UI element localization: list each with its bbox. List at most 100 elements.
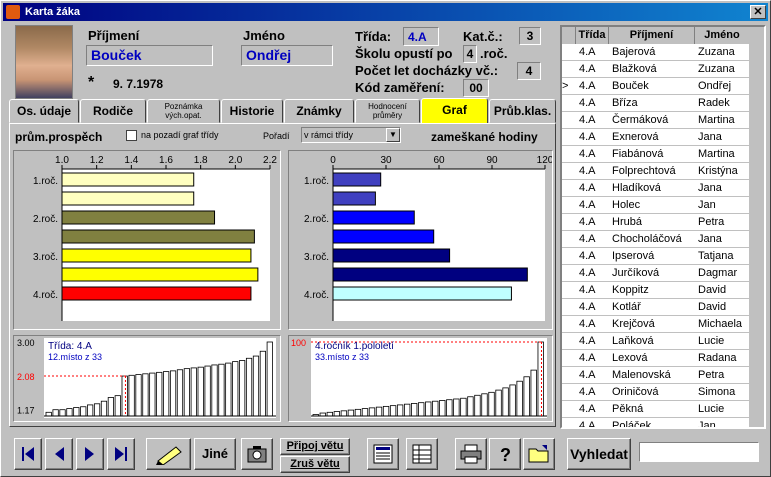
tab-grades[interactable]: Známky <box>284 99 354 123</box>
order-select-value: v rámci třídy <box>304 130 354 140</box>
cell-name: David <box>698 301 727 313</box>
table-row[interactable]: >4.A Bouček Ondřej <box>562 78 750 95</box>
cell-class: 4.A <box>579 250 596 262</box>
previous-record-button[interactable] <box>45 438 73 470</box>
rank-bar <box>396 404 404 417</box>
table-row[interactable]: 4.A Ipserová Tatjana <box>562 248 750 265</box>
table-row[interactable]: 4.A Hrubá Petra <box>562 214 750 231</box>
table-row[interactable]: 4.A Fiabánová Martina <box>562 146 750 163</box>
chevron-down-icon[interactable]: ▼ <box>386 128 400 142</box>
last-record-button[interactable] <box>107 438 135 470</box>
rank-bar <box>523 376 530 417</box>
search-input[interactable] <box>639 442 759 462</box>
cell-class: 4.A <box>579 182 596 194</box>
surname-field[interactable]: Bouček <box>86 45 213 66</box>
first-record-button[interactable] <box>14 438 42 470</box>
cell-surname: Hladíková <box>612 182 661 194</box>
class-field[interactable]: 4.A <box>403 27 439 46</box>
chart-rank: 12.místo z 33 <box>48 352 102 362</box>
tab-averages[interactable]: Hodnocení průměry <box>355 99 420 123</box>
table-row[interactable]: 4.A Holec Jan <box>562 197 750 214</box>
birth-marker: * <box>88 74 95 91</box>
cell-surname: Jurčíková <box>612 267 660 279</box>
close-button[interactable]: ✕ <box>750 5 766 19</box>
table-view-button[interactable] <box>406 438 438 470</box>
table-row[interactable]: 4.A Laňková Lucie <box>562 333 750 350</box>
table-row[interactable]: 4.A Exnerová Jana <box>562 129 750 146</box>
focus-label: Kód zaměření: <box>355 80 445 95</box>
cell-class: 4.A <box>579 233 596 245</box>
header-surname[interactable]: Příjmení <box>609 27 695 44</box>
focus-field[interactable]: 00 <box>463 79 489 97</box>
category-label: 3.roč. <box>304 252 329 263</box>
table-row[interactable]: 4.A Kotlář David <box>562 299 750 316</box>
cell-surname: Ipserová <box>612 250 655 262</box>
other-button[interactable]: Jiné <box>194 438 236 470</box>
table-row[interactable]: 4.A Chocholáčová Jana <box>562 231 750 248</box>
leave-field[interactable]: 4 <box>463 45 477 63</box>
table-scrollbar[interactable] <box>749 27 764 427</box>
search-button[interactable]: Vyhledat <box>567 438 631 470</box>
order-select[interactable]: v rámci třídy ▼ <box>301 127 401 143</box>
student-list[interactable]: Třída Příjmení Jméno 4.A Bajerová Zuzana 4.… <box>560 25 766 429</box>
table-row[interactable]: 4.A Hladíková Jana <box>562 180 750 197</box>
table-row[interactable]: 4.A Lexová Radana <box>562 350 750 367</box>
open-folder-button[interactable] <box>523 438 555 470</box>
help-button[interactable]: ? <box>489 438 521 470</box>
tab-notes[interactable]: Poznámka vých.opat. <box>147 99 220 123</box>
rank-bar <box>467 396 474 417</box>
years-label: Počet let docházky vč.: <box>355 63 499 78</box>
table-row[interactable]: 4.A Krejčová Michaela <box>562 316 750 333</box>
cell-class: 4.A <box>579 199 596 211</box>
category-label: 4.roč. <box>304 290 329 301</box>
background-graph-checkbox[interactable] <box>126 130 137 141</box>
tab-graph[interactable]: Graf <box>421 98 488 124</box>
table-row[interactable]: 4.A Blažková Zuzana <box>562 61 750 78</box>
table-row[interactable]: 4.A Bříza Radek <box>562 95 750 112</box>
x-tick-label: 120 <box>537 155 552 166</box>
tab-progress[interactable]: Průb.klas. <box>489 99 556 123</box>
rank-bar <box>460 397 467 417</box>
tab-history[interactable]: Historie <box>221 99 283 123</box>
rank-bar <box>169 370 177 417</box>
cat-field[interactable]: 3 <box>519 27 541 45</box>
printer-icon <box>460 444 482 464</box>
cell-name: Lucie <box>698 403 725 415</box>
order-label: Pořadí <box>263 131 290 141</box>
table-row[interactable]: 4.A Poláček Jan <box>562 418 750 427</box>
bar <box>61 267 259 282</box>
table-row[interactable]: 4.A Koppitz David <box>562 282 750 299</box>
bar <box>61 210 216 225</box>
table-row[interactable]: 4.A Čermáková Martina <box>562 112 750 129</box>
right-chart-title: zameškané hodiny <box>431 130 538 144</box>
cell-surname: Blažková <box>612 63 657 75</box>
rank-bar <box>211 364 218 417</box>
rank-bar <box>481 393 488 417</box>
name-field[interactable]: Ondřej <box>241 45 333 66</box>
table-row[interactable]: 4.A Bajerová Zuzana <box>562 44 750 61</box>
table-row[interactable]: 4.A Oriničová Simona <box>562 384 750 401</box>
cell-surname: Exnerová <box>612 131 659 143</box>
attach-record-button[interactable]: Připoj větu <box>280 438 350 455</box>
rank-bar <box>87 404 94 417</box>
edit-button[interactable] <box>146 438 191 470</box>
table-row[interactable]: 4.A Pěkná Lucie <box>562 401 750 418</box>
table-row[interactable]: 4.A Malenovská Petra <box>562 367 750 384</box>
table-row[interactable]: 4.A Folprechtová Kristýna <box>562 163 750 180</box>
header-class[interactable]: Třída <box>576 27 609 44</box>
tab-parents[interactable]: Rodiče <box>80 99 146 123</box>
x-tick-label: 30 <box>380 155 392 166</box>
bar <box>332 210 415 225</box>
absence-rank-chart: 4.ročník 1.pololetí33.místo z 33 100 <box>291 338 547 418</box>
header-name[interactable]: Jméno <box>695 27 750 44</box>
print-button[interactable] <box>455 438 487 470</box>
photo-button[interactable] <box>241 438 273 470</box>
next-record-button[interactable] <box>76 438 104 470</box>
table-row[interactable]: 4.A Jurčíková Dagmar <box>562 265 750 282</box>
tab-personal[interactable]: Os. údaje <box>9 99 79 123</box>
form-view-button[interactable] <box>367 438 399 470</box>
cancel-record-button[interactable]: Zruš větu <box>280 456 350 473</box>
camera-icon <box>247 446 267 463</box>
rank-bar <box>389 405 397 417</box>
years-field[interactable]: 4 <box>517 62 541 80</box>
